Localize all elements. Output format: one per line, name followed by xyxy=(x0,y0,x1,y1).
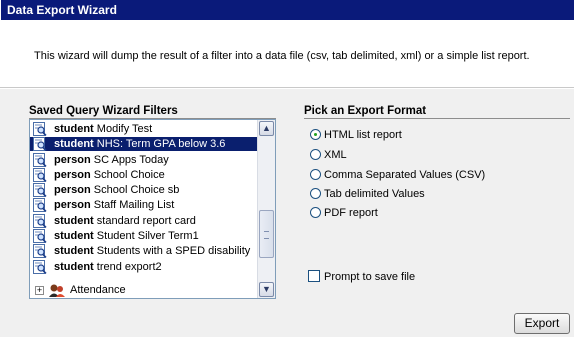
filter-item-text: student Students with a SPED disability xyxy=(54,244,250,258)
filter-item-kind: person xyxy=(54,169,91,181)
format-label: PDF report xyxy=(324,207,378,219)
filters-scrollbar[interactable]: ▲ ▼ xyxy=(257,120,275,298)
filter-list-item[interactable]: student Modify Test xyxy=(30,122,258,136)
description-panel: This wizard will dump the result of a fi… xyxy=(0,20,574,88)
filter-list-item[interactable]: student standard report card xyxy=(30,214,258,228)
scrollbar-thumb[interactable] xyxy=(259,210,274,258)
filter-list-item[interactable]: person SC Apps Today xyxy=(30,153,258,167)
query-magnifier-icon xyxy=(33,260,47,274)
filter-item-kind: student xyxy=(54,261,94,273)
filter-list-item[interactable]: person School Choice sb xyxy=(30,183,258,197)
query-magnifier-icon xyxy=(33,214,47,228)
filter-list-item[interactable]: student NHS: Term GPA below 3.6 xyxy=(30,137,258,151)
prompt-save-label: Prompt to save file xyxy=(324,271,416,283)
list-group-attendance[interactable]: + Attendance xyxy=(30,283,258,297)
filters-header: Saved Query Wizard Filters xyxy=(29,103,276,119)
filter-item-name: Modify Test xyxy=(96,123,153,135)
filter-item-name: standard report card xyxy=(96,215,196,227)
filter-item-name: School Choice sb xyxy=(93,184,180,196)
scroll-up-icon[interactable]: ▲ xyxy=(259,121,274,136)
filter-list-item[interactable]: person School Choice xyxy=(30,168,258,182)
format-radio[interactable] xyxy=(310,188,321,199)
query-magnifier-icon xyxy=(33,122,47,136)
filter-item-kind: person xyxy=(54,154,91,166)
filter-item-text: student standard report card xyxy=(54,214,196,228)
filter-item-text: person School Choice sb xyxy=(54,183,179,197)
filter-item-text: person SC Apps Today xyxy=(54,153,169,167)
filter-item-kind: student xyxy=(54,138,94,150)
filter-item-kind: student xyxy=(54,123,94,135)
format-radio[interactable] xyxy=(310,169,321,180)
filter-item-name: SC Apps Today xyxy=(93,154,169,166)
window-title: Data Export Wizard xyxy=(1,0,574,20)
query-magnifier-icon xyxy=(33,168,47,182)
filter-list-item[interactable]: student Students with a SPED disability xyxy=(30,244,258,258)
description-text: This wizard will dump the result of a fi… xyxy=(34,50,530,62)
query-magnifier-icon xyxy=(33,183,47,197)
format-radio[interactable] xyxy=(310,207,321,218)
filter-item-name: Staff Mailing List xyxy=(93,199,175,211)
expand-icon[interactable]: + xyxy=(35,286,44,295)
scroll-down-icon[interactable]: ▼ xyxy=(259,282,274,297)
format-label: HTML list report xyxy=(324,129,402,141)
prompt-save-checkbox[interactable] xyxy=(308,270,320,282)
filter-list-item[interactable]: student trend export2 xyxy=(30,260,258,274)
filter-item-kind: person xyxy=(54,199,91,211)
format-radio[interactable] xyxy=(310,129,321,140)
filter-item-kind: person xyxy=(54,184,91,196)
list-group-label: Attendance xyxy=(70,284,126,296)
filter-item-text: person School Choice xyxy=(54,168,165,182)
query-magnifier-icon xyxy=(33,153,47,167)
filter-list-item[interactable]: student Student Silver Term1 xyxy=(30,229,258,243)
filter-item-name: Students with a SPED disability xyxy=(96,245,251,257)
filter-item-name: School Choice xyxy=(93,169,165,181)
export-button[interactable]: Export xyxy=(514,313,570,334)
filter-item-name: Student Silver Term1 xyxy=(96,230,199,242)
attendance-group-icon xyxy=(49,284,65,297)
filter-item-kind: student xyxy=(54,230,94,242)
query-magnifier-icon xyxy=(33,137,47,151)
filter-item-text: student Modify Test xyxy=(54,122,152,136)
filter-item-text: student NHS: Term GPA below 3.6 xyxy=(54,137,225,151)
filter-item-text: student Student Silver Term1 xyxy=(54,229,199,243)
filter-item-text: person Staff Mailing List xyxy=(54,198,174,212)
query-magnifier-icon xyxy=(33,229,47,243)
filter-item-name: NHS: Term GPA below 3.6 xyxy=(96,138,226,150)
export-format-header: Pick an Export Format xyxy=(304,103,570,119)
filter-item-kind: student xyxy=(54,215,94,227)
filter-item-name: trend export2 xyxy=(96,261,162,273)
format-label: Tab delimited Values xyxy=(324,188,425,200)
query-magnifier-icon xyxy=(33,244,47,258)
format-label: Comma Separated Values (CSV) xyxy=(324,169,486,181)
query-magnifier-icon xyxy=(33,198,47,212)
filters-listbox[interactable]: student Modify Test student NHS: Term GPA… xyxy=(29,119,276,299)
filter-list-item[interactable]: person Staff Mailing List xyxy=(30,198,258,212)
format-radio[interactable] xyxy=(310,149,321,160)
format-label: XML xyxy=(324,149,347,161)
filter-item-text: student trend export2 xyxy=(54,260,162,274)
filter-item-kind: student xyxy=(54,245,94,257)
